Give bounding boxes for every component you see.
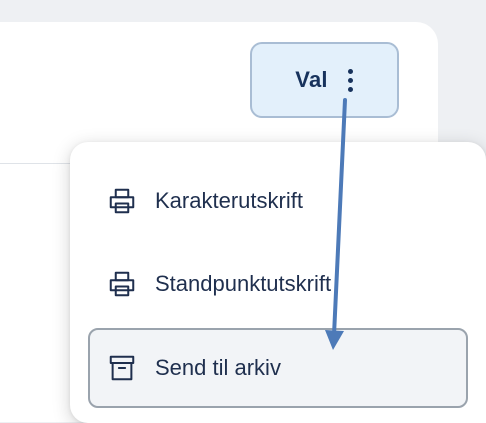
menu-item-label: Standpunktutskrift: [155, 271, 332, 296]
panel-divider: [0, 163, 80, 164]
printer-icon: [109, 188, 135, 214]
archive-icon: [109, 355, 135, 381]
more-vertical-icon: [348, 68, 354, 92]
menu-item-karakterutskrift[interactable]: Karakterutskrift: [88, 163, 468, 239]
val-button-label: Val: [295, 67, 328, 92]
menu-item-send-til-arkiv[interactable]: Send til arkiv: [88, 328, 468, 408]
val-menu-button[interactable]: Val: [250, 42, 399, 118]
printer-icon: [109, 271, 135, 297]
menu-item-label: Karakterutskrift: [155, 188, 303, 213]
menu-item-standpunktutskrift[interactable]: Standpunktutskrift: [88, 246, 468, 322]
val-dropdown-menu: Karakterutskrift Standpunktutskrift Send…: [70, 142, 486, 423]
menu-item-label: Send til arkiv: [155, 355, 281, 380]
